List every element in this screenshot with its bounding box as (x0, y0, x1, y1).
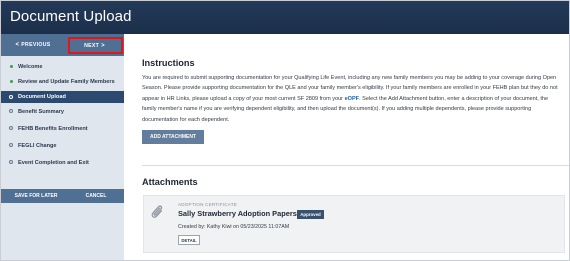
attachment-category: ADOPTION CERTIFICATE (178, 202, 237, 207)
sidebar-item-label: FEGLI Change (18, 143, 57, 149)
sidebar-item-welcome[interactable]: Welcome (1, 63, 124, 71)
sidebar-item-benefit-summary[interactable]: Benefit Summary (1, 108, 124, 116)
pending-step-icon (9, 126, 13, 130)
complete-dot-icon (10, 80, 13, 83)
attachments-heading: Attachments (142, 177, 198, 187)
cancel-button[interactable]: CANCEL (73, 189, 119, 203)
instructions-heading: Instructions (142, 58, 195, 68)
chevron-right-icon: > (101, 42, 105, 49)
app-window: Document Upload < PREVIOUS NEXT > Welcom… (0, 0, 570, 261)
sidebar-item-review-family[interactable]: Review and Update Family Members (1, 78, 124, 86)
status-badge: Approved (297, 210, 324, 219)
main-content: Instructions You are required to submit … (124, 34, 569, 260)
sidebar-item-label: Welcome (18, 64, 43, 70)
step-navigation: < PREVIOUS NEXT > (1, 34, 124, 56)
instructions-text: You are required to submit supporting do… (142, 73, 562, 125)
sidebar-item-event-completion[interactable]: Event Completion and Exit (1, 159, 124, 167)
attachment-name: Sally Strawberry Adoption Papers (178, 209, 297, 218)
section-divider (142, 165, 569, 166)
eopf-link[interactable]: eOPF (345, 96, 360, 102)
attachment-created-info: Created by: Kathy Kiwi on 05/23/2025 11:… (178, 224, 290, 230)
page-title: Document Upload (10, 8, 132, 25)
sidebar-item-label: Document Upload (18, 94, 66, 100)
current-step-icon (9, 95, 13, 99)
next-label: NEXT (84, 42, 100, 49)
sidebar-item-label: FEHB Benefits Enrollment (18, 126, 88, 132)
attachment-card: ADOPTION CERTIFICATE Sally Strawberry Ad… (143, 195, 565, 253)
sidebar-item-fegli-change[interactable]: FEGLI Change (1, 142, 124, 150)
sidebar: < PREVIOUS NEXT > Welcome Review and Upd… (1, 34, 124, 260)
pending-step-icon (9, 143, 13, 147)
pending-step-icon (9, 160, 13, 164)
next-button[interactable]: NEXT > (68, 37, 123, 54)
previous-button[interactable]: < PREVIOUS (7, 38, 57, 52)
chevron-left-icon: < (15, 42, 20, 48)
page-header: Document Upload (1, 1, 569, 34)
detail-button[interactable]: DETAIL (178, 235, 200, 245)
sidebar-item-label: Benefit Summary (18, 109, 65, 115)
paperclip-icon (150, 204, 164, 220)
pending-step-icon (9, 109, 13, 113)
save-for-later-button[interactable]: SAVE FOR LATER (7, 189, 65, 203)
complete-dot-icon (10, 65, 13, 68)
step-menu: Welcome Review and Update Family Members… (1, 60, 124, 167)
sidebar-item-label: Event Completion and Exit (18, 160, 89, 166)
sidebar-item-label: Review and Update Family Members (18, 79, 115, 85)
previous-label: PREVIOUS (21, 42, 51, 48)
sidebar-actions: SAVE FOR LATER CANCEL (1, 189, 124, 203)
add-attachment-button[interactable]: ADD ATTACHMENT (142, 130, 204, 144)
sidebar-item-fehb-enrollment[interactable]: FEHB Benefits Enrollment (1, 125, 124, 133)
sidebar-item-document-upload[interactable]: Document Upload (1, 91, 124, 103)
